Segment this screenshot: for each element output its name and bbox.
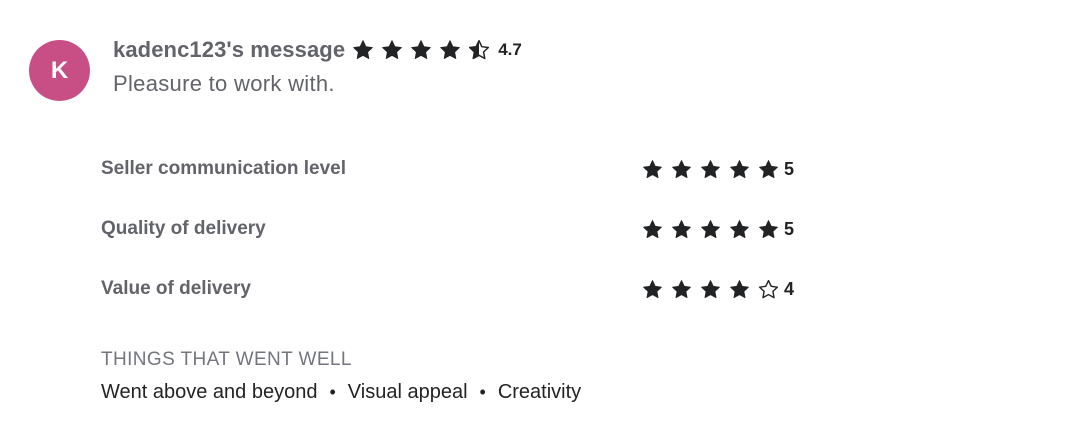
star-full-icon bbox=[440, 40, 460, 59]
star-full-icon bbox=[411, 40, 431, 59]
rating-stars bbox=[642, 219, 787, 240]
tag-separator: • bbox=[479, 382, 486, 402]
star-full-icon bbox=[672, 159, 691, 178]
avatar-initial: K bbox=[50, 56, 69, 84]
rating-value: 5 bbox=[784, 218, 795, 239]
tag-separator: • bbox=[329, 382, 336, 402]
overall-rating-value: 4.7 bbox=[498, 40, 522, 59]
rating-stars bbox=[642, 159, 787, 180]
rating-value: 4 bbox=[784, 278, 795, 299]
highlight-tag: Creativity bbox=[497, 381, 582, 403]
avatar: K bbox=[29, 40, 90, 101]
highlight-tag: Visual appeal bbox=[347, 381, 468, 403]
rating-stars bbox=[642, 279, 787, 300]
star-empty-icon bbox=[758, 279, 779, 298]
star-full-icon bbox=[353, 40, 373, 59]
star-full-icon bbox=[759, 219, 778, 238]
highlights-title: THINGS THAT WENT WELL bbox=[101, 349, 352, 370]
star-full-icon bbox=[672, 279, 691, 298]
star-full-icon bbox=[730, 279, 749, 298]
rating-label: Seller communication level bbox=[101, 158, 346, 179]
review-header: kadenc123's message 4.7 bbox=[113, 36, 522, 64]
star-full-icon bbox=[382, 40, 402, 59]
star-full-icon bbox=[730, 159, 749, 178]
star-full-icon bbox=[701, 219, 720, 238]
rating-row: Value of delivery 4 bbox=[101, 275, 811, 303]
overall-stars bbox=[352, 39, 497, 61]
rating-value: 5 bbox=[784, 158, 795, 179]
star-full-icon bbox=[730, 219, 749, 238]
star-full-icon bbox=[643, 279, 662, 298]
rating-row: Seller communication level 5 bbox=[101, 155, 811, 183]
highlight-tag: Went above and beyond bbox=[101, 381, 318, 403]
rating-label: Quality of delivery bbox=[101, 218, 266, 239]
highlights-tags: Went above and beyond • Visual appeal • … bbox=[101, 381, 581, 404]
star-half-icon bbox=[469, 39, 490, 60]
rating-label: Value of delivery bbox=[101, 278, 251, 299]
star-full-icon bbox=[643, 159, 662, 178]
star-full-icon bbox=[701, 159, 720, 178]
star-full-icon bbox=[672, 219, 691, 238]
review-message: Pleasure to work with. bbox=[113, 71, 335, 96]
star-full-icon bbox=[701, 279, 720, 298]
star-full-icon bbox=[759, 159, 778, 178]
rating-row: Quality of delivery 5 bbox=[101, 215, 811, 243]
review-title: kadenc123's message bbox=[113, 37, 346, 62]
star-full-icon bbox=[643, 219, 662, 238]
